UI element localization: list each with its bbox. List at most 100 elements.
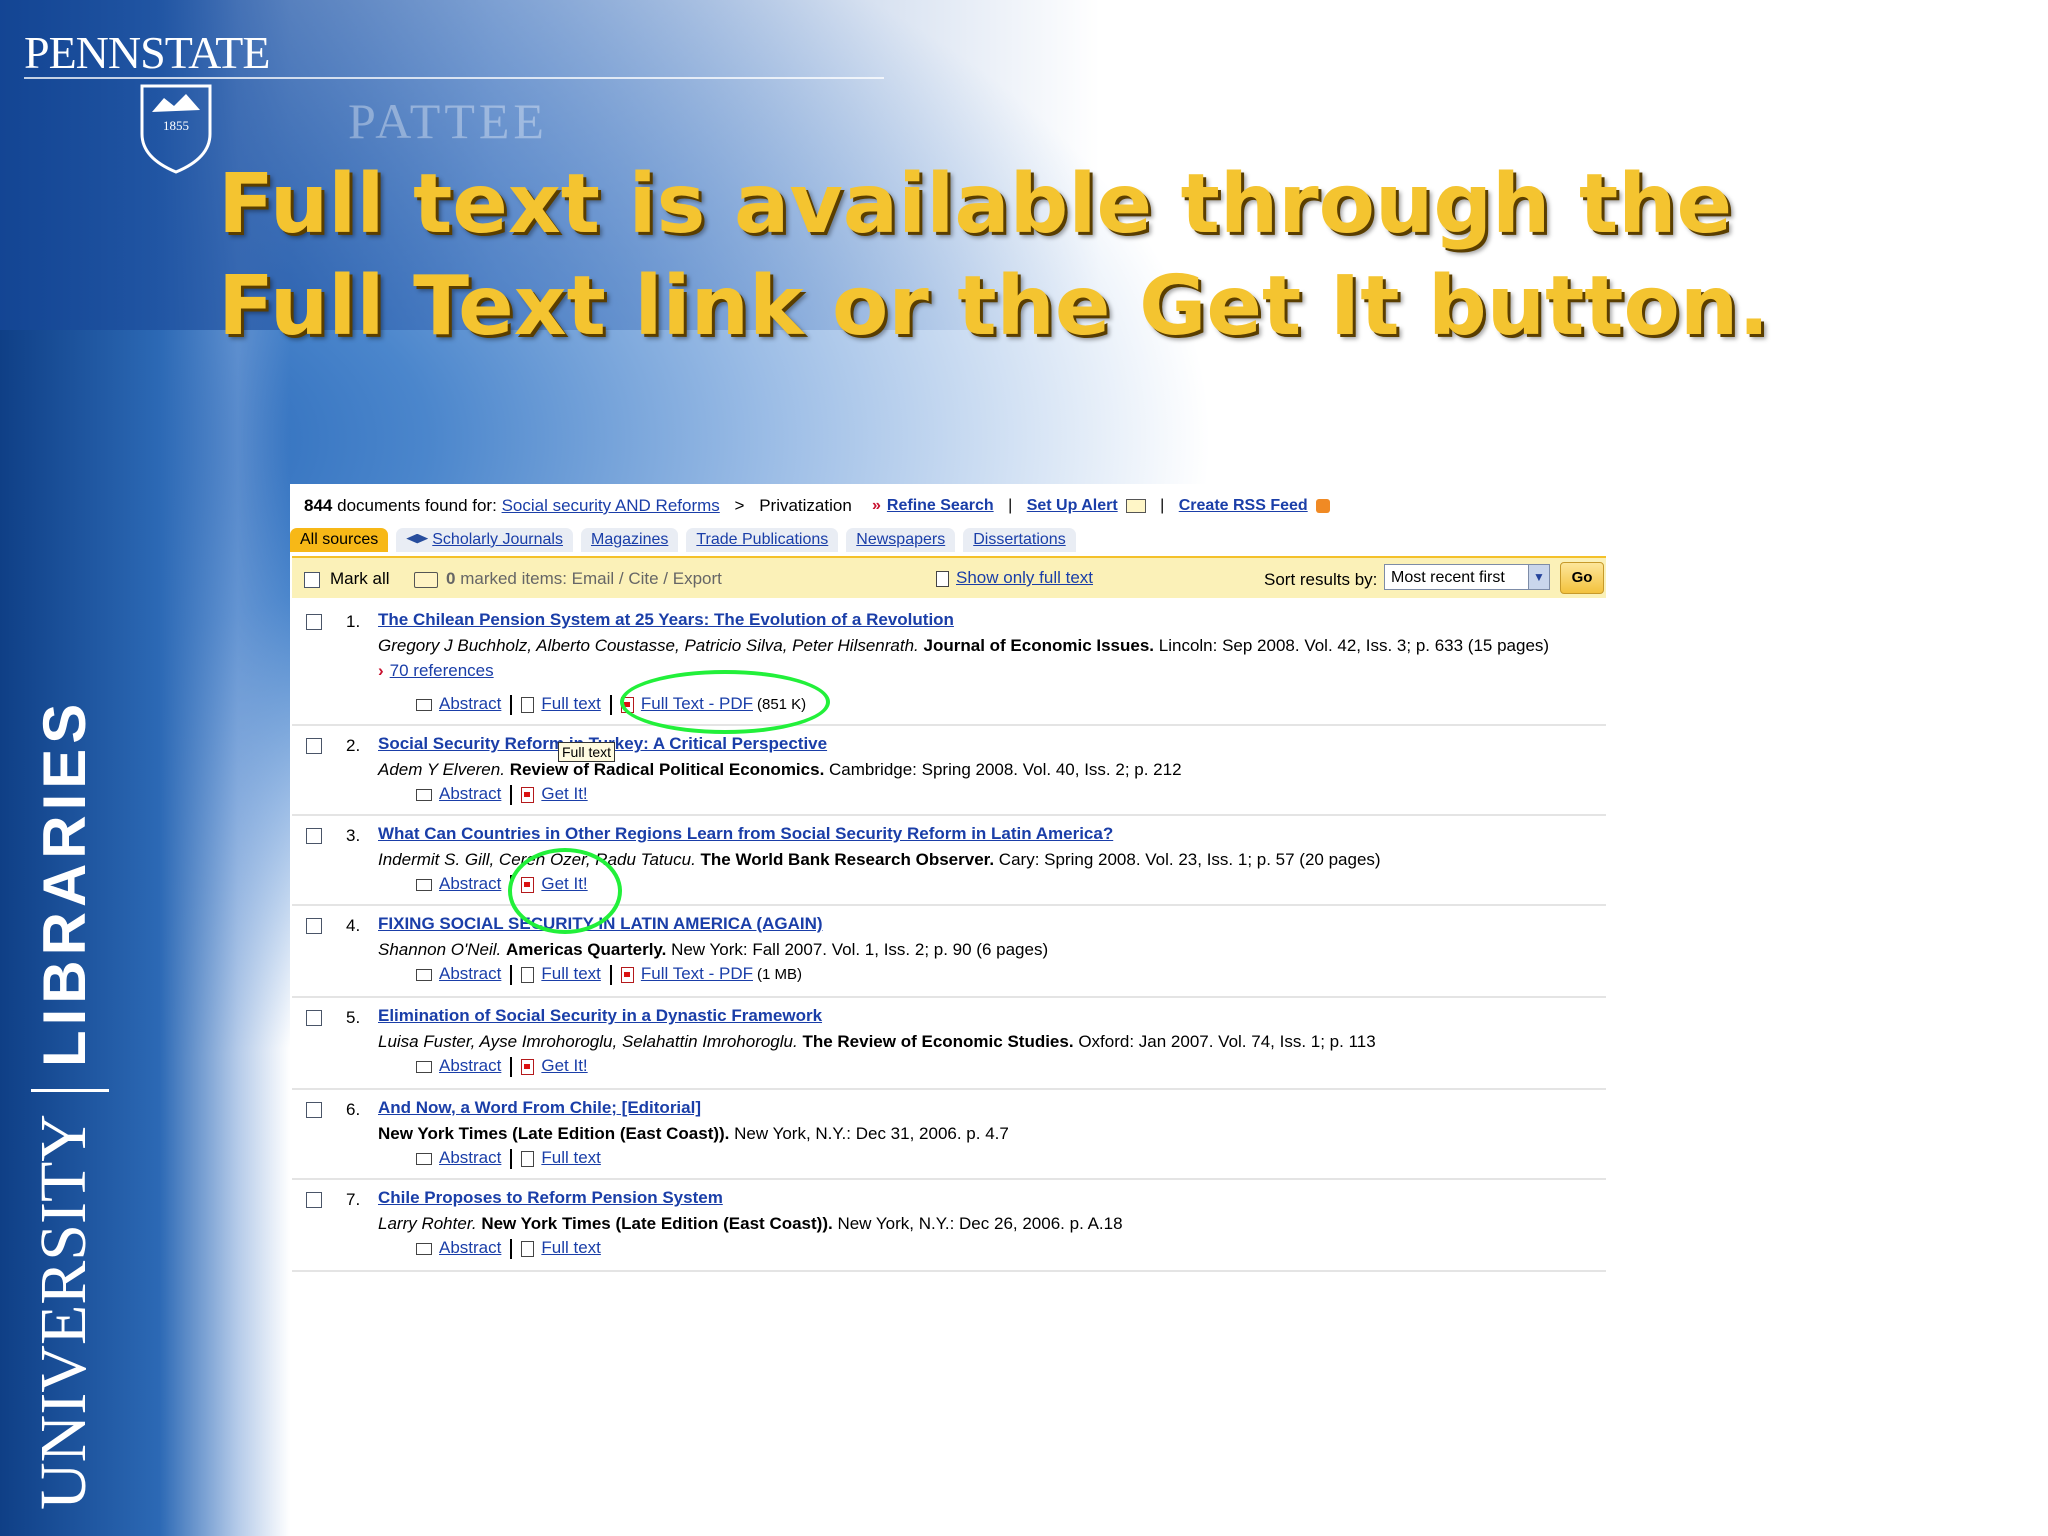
show-only-full-text[interactable]: Show only full text [936, 568, 1093, 588]
create-rss-feed-link[interactable]: Create RSS Feed [1179, 497, 1308, 514]
abstract-link[interactable]: Abstract [439, 784, 501, 803]
abstract-link[interactable]: Abstract [439, 1148, 501, 1167]
result-checkbox[interactable] [306, 1010, 322, 1026]
search-query-link[interactable]: Social security AND Reforms [502, 496, 720, 515]
link-separator [510, 1148, 513, 1169]
result-citation: Larry Rohter. New York Times (Late Editi… [378, 1214, 1123, 1234]
tab-scholarly-journals[interactable]: Scholarly Journals [396, 528, 573, 552]
result-divider [292, 1178, 1606, 1180]
result-title-link[interactable]: Elimination of Social Security in a Dyna… [378, 1006, 822, 1026]
mark-all-checkbox[interactable] [304, 571, 320, 588]
result-title-link[interactable]: The Chilean Pension System at 25 Years: … [378, 610, 954, 630]
result-citation: Gregory J Buchholz, Alberto Coustasse, P… [378, 636, 1549, 656]
full-text-link[interactable]: Full text [541, 694, 601, 713]
result-checkbox[interactable] [306, 738, 322, 754]
result-links: Abstract Get It! [416, 784, 588, 805]
refine-search-link[interactable]: Refine Search [887, 497, 994, 514]
slide: PENNSTATE 1855 PATTEE UNIVERSITY LIBRARIE… [0, 0, 2048, 1536]
result-details: Cary: Spring 2008. Vol. 23, Iss. 1; p. 5… [998, 850, 1381, 869]
abstract-icon [416, 698, 432, 711]
get-it-icon [521, 786, 535, 803]
result-citation: Shannon O'Neil. Americas Quarterly. New … [378, 940, 1048, 960]
result-checkbox[interactable] [306, 1192, 322, 1208]
link-separator [510, 694, 513, 715]
result-citation: New York Times (Late Edition (East Coast… [378, 1124, 1009, 1144]
result-checkbox[interactable] [306, 918, 322, 934]
pdf-size: (1 MB) [756, 966, 802, 983]
result-divider [292, 1270, 1606, 1272]
full-text-pdf-link[interactable]: Full Text - PDF [641, 964, 753, 983]
document-icon [936, 570, 949, 587]
full-text-icon [521, 696, 535, 713]
result-number: 6. [346, 1100, 361, 1119]
abstract-link[interactable]: Abstract [439, 1056, 501, 1075]
result-authors: Larry Rohter. [378, 1214, 477, 1233]
result-divider [292, 904, 1606, 906]
source-tabs: All sources Scholarly Journals Magazines Tr… [290, 528, 1084, 554]
result-checkbox[interactable] [306, 1102, 322, 1118]
result-links: Abstract Full text [416, 1238, 601, 1259]
get-it-link[interactable]: Get It! [541, 1056, 587, 1075]
get-it-link[interactable]: Get It! [541, 784, 587, 803]
result-number: 1. [346, 612, 361, 631]
breadcrumb-separator: > [734, 496, 745, 515]
highlight-circle-get-it [508, 848, 622, 934]
full-text-link[interactable]: Full text [541, 1148, 601, 1167]
mark-all[interactable]: Mark all [304, 569, 390, 589]
result-details: Oxford: Jan 2007. Vol. 74, Iss. 1; p. 11… [1078, 1032, 1376, 1051]
tab-label: Scholarly Journals [432, 531, 563, 548]
abstract-link[interactable]: Abstract [439, 694, 501, 713]
abstract-link[interactable]: Abstract [439, 1238, 501, 1257]
tab-newspapers[interactable]: Newspapers [846, 528, 956, 552]
vertical-university: UNIVERSITY [27, 1114, 100, 1510]
tab-magazines[interactable]: Magazines [580, 528, 679, 552]
abstract-icon [416, 1242, 432, 1255]
subject-term: Privatization [759, 496, 852, 515]
results-toolbar: Mark all 0 marked items: Email / Cite / … [292, 556, 1606, 598]
result-authors: Adem Y Elveren. [378, 760, 505, 779]
full-text-link[interactable]: Full text [541, 964, 601, 983]
abstract-link[interactable]: Abstract [439, 874, 501, 893]
link-separator [510, 964, 513, 985]
references-link[interactable]: 70 references [390, 661, 494, 680]
result-publication: The World Bank Research Observer. [700, 850, 995, 869]
result-title-link[interactable]: What Can Countries in Other Regions Lear… [378, 824, 1113, 844]
university-libraries-vertical: UNIVERSITY LIBRARIES [26, 699, 109, 1510]
double-chevron-icon: » [872, 497, 881, 514]
result-authors: Shannon O'Neil. [378, 940, 502, 959]
go-button[interactable]: Go [1560, 562, 1604, 594]
result-title-link[interactable]: Chile Proposes to Reform Pension System [378, 1188, 723, 1208]
result-divider [292, 724, 1606, 726]
result-number: 5. [346, 1008, 361, 1027]
show-only-full-text-link[interactable]: Show only full text [956, 568, 1093, 587]
result-checkbox[interactable] [306, 828, 322, 844]
tab-trade-publications[interactable]: Trade Publications [686, 528, 839, 552]
result-checkbox[interactable] [306, 614, 322, 630]
abstract-icon [416, 788, 432, 801]
result-count: 844 [304, 496, 333, 515]
result-details: New York: Fall 2007. Vol. 1, Iss. 2; p. … [671, 940, 1049, 959]
found-text: documents found for: [337, 496, 497, 515]
vertical-libraries: LIBRARIES [31, 698, 98, 1068]
sort-select[interactable]: Most recent first ▼ [1384, 564, 1550, 590]
building-watermark: PATTEE [348, 93, 548, 149]
abstract-link[interactable]: Abstract [439, 964, 501, 983]
result-divider [292, 814, 1606, 816]
mark-all-label: Mark all [330, 569, 390, 588]
result-authors: Luisa Fuster, Ayse Imrohoroglu, Selahatt… [378, 1032, 798, 1051]
result-publication: Journal of Economic Issues. [923, 636, 1155, 655]
tab-dissertations[interactable]: Dissertations [963, 528, 1076, 552]
link-separator [510, 784, 513, 805]
slide-title: Full text is available through the Full … [218, 157, 1770, 354]
link-separator [510, 1056, 513, 1077]
result-publication: New York Times (Late Edition (East Coast… [378, 1124, 730, 1143]
tab-all-sources[interactable]: All sources [290, 528, 389, 552]
result-number: 7. [346, 1190, 361, 1209]
result-title-link[interactable]: And Now, a Word From Chile; [Editorial] [378, 1098, 701, 1118]
action-separator: | [1160, 497, 1165, 514]
vertical-separator [30, 1089, 109, 1093]
chevron-down-icon[interactable]: ▼ [1528, 565, 1549, 589]
set-up-alert-link[interactable]: Set Up Alert [1027, 497, 1118, 514]
full-text-link[interactable]: Full text [541, 1238, 601, 1257]
result-details: Cambridge: Spring 2008. Vol. 40, Iss. 2;… [829, 760, 1182, 779]
